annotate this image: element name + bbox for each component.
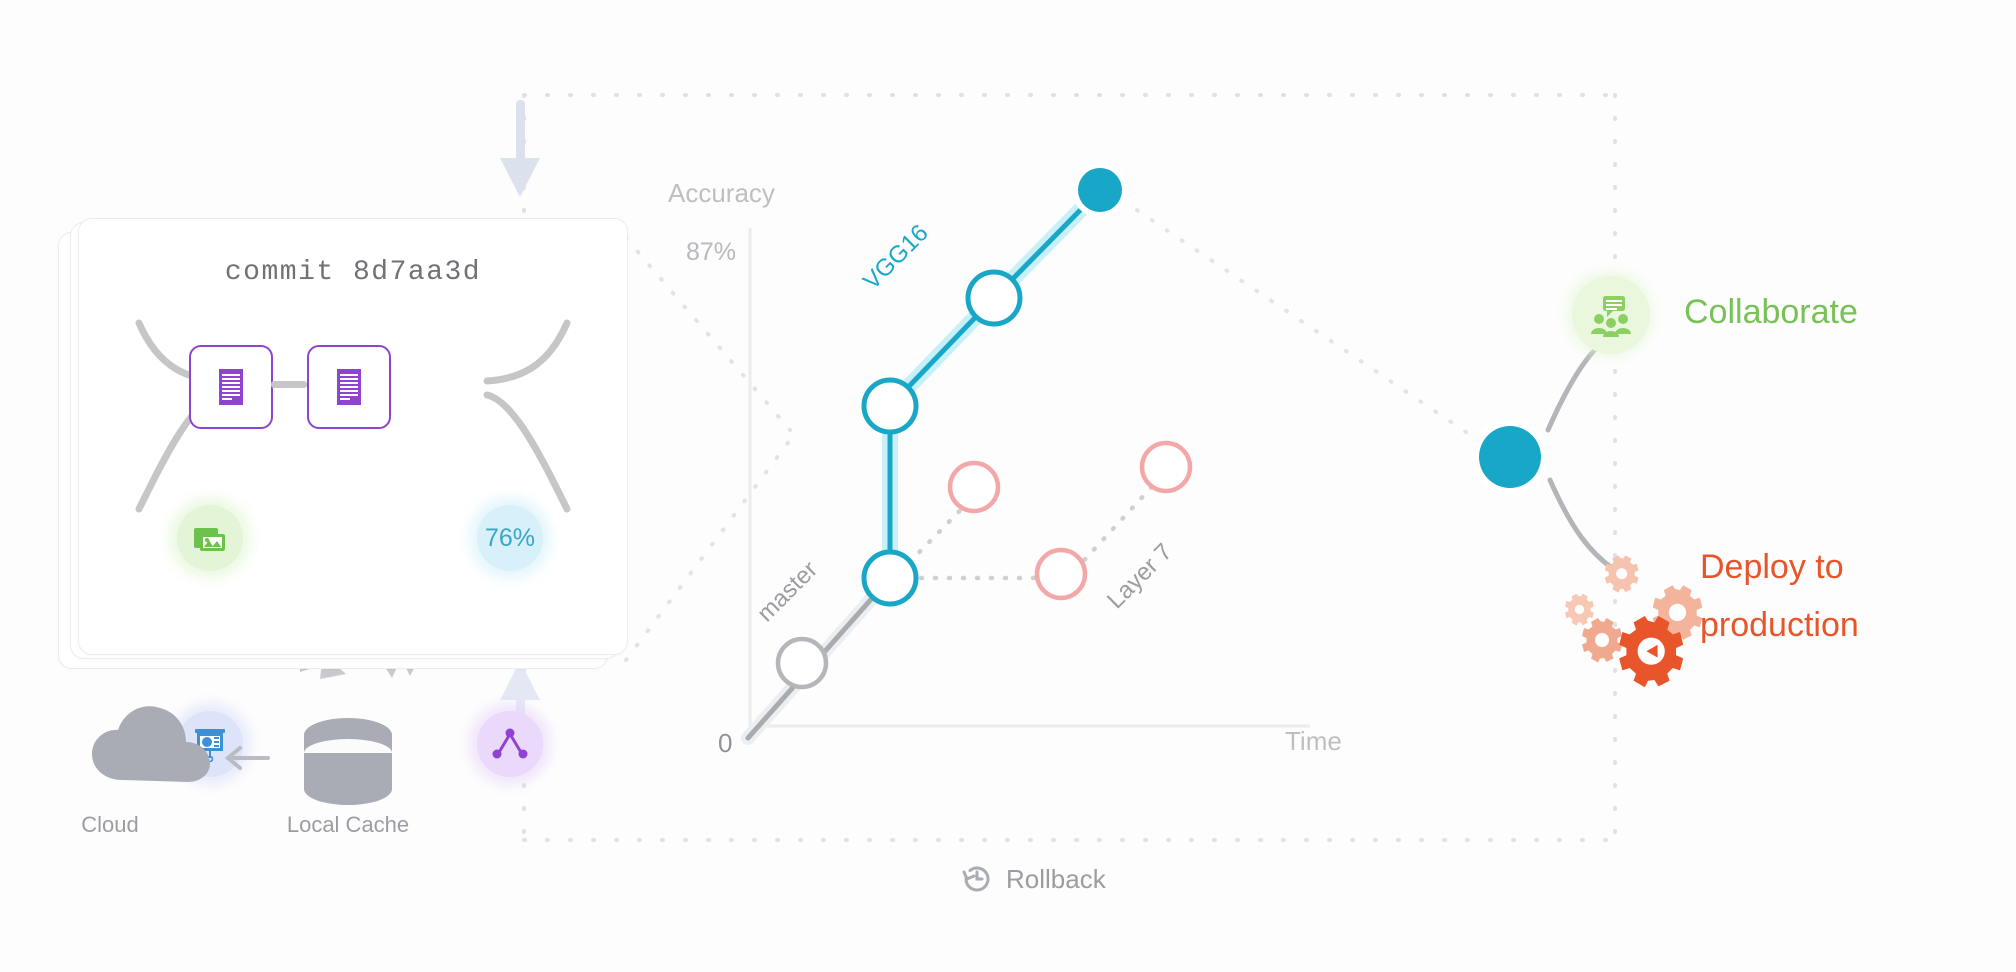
- deploy-label-line1: Deploy to: [1700, 548, 1844, 586]
- hub-node[interactable]: [1472, 419, 1548, 495]
- layer7-branch-up: [897, 487, 983, 575]
- chart-node-master: [775, 636, 829, 690]
- cloud-label: Cloud: [81, 812, 139, 837]
- x-axis-title: Time: [1285, 726, 1342, 756]
- branch-label-layer7: Layer 7: [1102, 538, 1178, 615]
- clock-rewind-icon: [962, 866, 990, 892]
- collaborate-label: Collaborate: [1684, 293, 1858, 331]
- gears-icon: [1565, 555, 1703, 688]
- branch-label-vgg16: VGG16: [858, 219, 934, 296]
- chart-axes: [748, 228, 1310, 728]
- commit-card[interactable]: commit 8d7aa3d 76%: [78, 218, 628, 785]
- x-axis-tick-0: 0: [718, 728, 733, 758]
- chart-node-layer7-c: [1139, 440, 1193, 494]
- presentation-chart-icon[interactable]: [177, 711, 243, 777]
- chart-node-layer7-a: [947, 460, 1001, 514]
- branch-label-master: master: [752, 556, 823, 628]
- model-graph-icon[interactable]: [477, 711, 543, 777]
- y-axis-tick-87: 87%: [686, 238, 737, 266]
- local-cache-label: Local Cache: [286, 812, 410, 837]
- rollback-label: Rollback: [1006, 863, 1106, 894]
- series-layer7: [890, 475, 1163, 581]
- file-lines-icon[interactable]: [307, 345, 391, 429]
- hub-to-deploy-link: [1547, 477, 1615, 571]
- people-chat-icon[interactable]: [1572, 276, 1650, 354]
- y-axis-title: Accuracy: [668, 178, 775, 208]
- chart-node-vgg16-base[interactable]: [861, 549, 919, 607]
- diagram-canvas: commit 8d7aa3d 76% Cloud Local Cache Acc…: [0, 0, 2016, 972]
- chart-node-vgg16-mid1[interactable]: [861, 377, 919, 435]
- rollback-control[interactable]: Rollback: [960, 862, 1106, 896]
- chart-to-hub-link: [1120, 198, 1502, 457]
- deploy-label-line2: production: [1700, 606, 1859, 644]
- hub-to-collaborate-link: [1545, 342, 1603, 433]
- card-internal-links: [135, 319, 571, 513]
- down-arrow-icon: [500, 100, 540, 197]
- local-cache-icon: [304, 718, 392, 805]
- chart-node-vgg16-head[interactable]: [1072, 162, 1128, 218]
- chart-node-layer7-b: [1034, 547, 1088, 601]
- chart-node-vgg16-mid2[interactable]: [965, 269, 1023, 327]
- file-lines-icon[interactable]: [189, 345, 273, 429]
- file-link-bar: [271, 381, 307, 388]
